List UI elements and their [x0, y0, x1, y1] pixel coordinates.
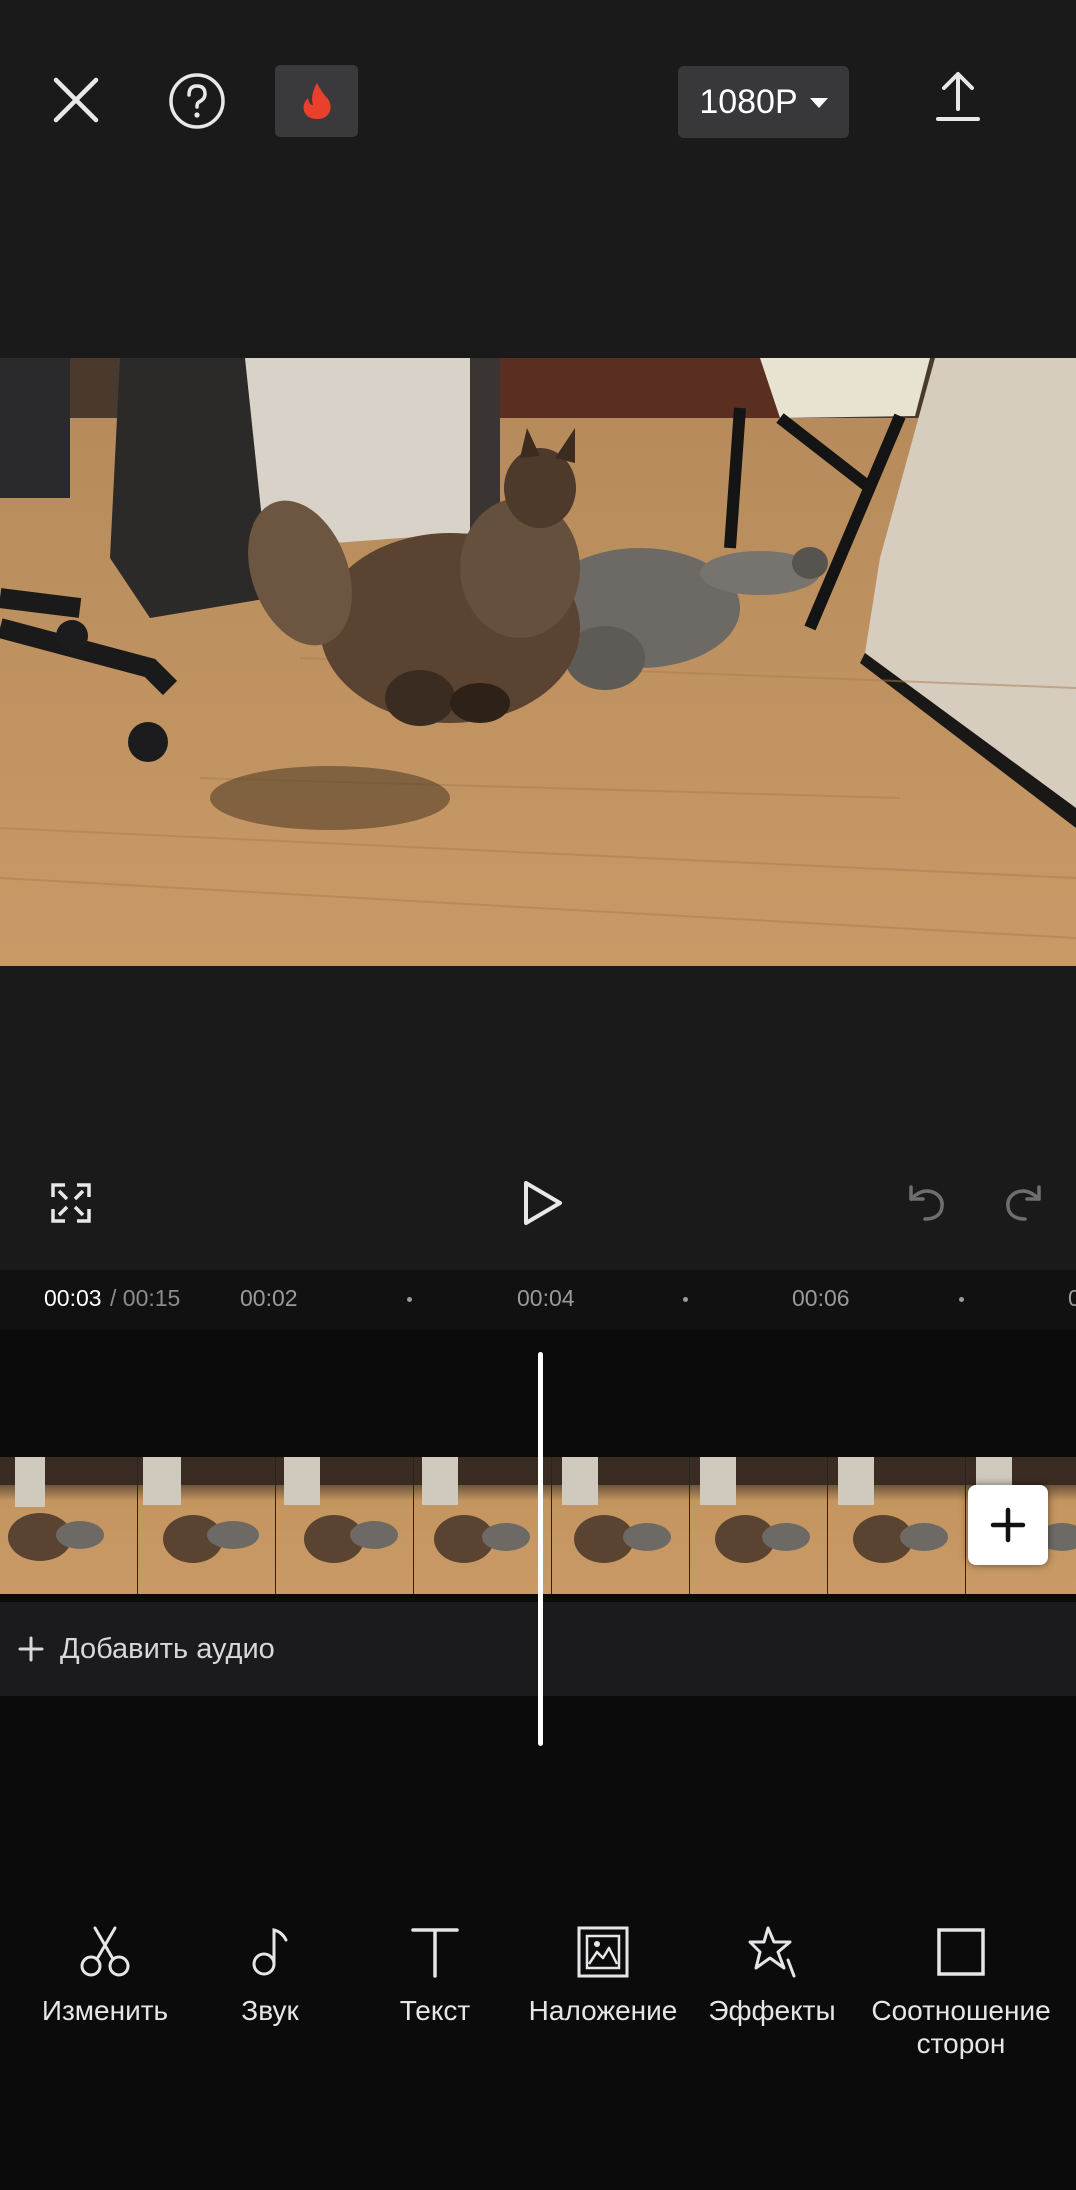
close-button[interactable]: [46, 70, 106, 130]
overlay-icon: [571, 1920, 635, 1984]
add-clip-button[interactable]: [968, 1485, 1048, 1565]
text-icon: [403, 1920, 467, 1984]
fullscreen-icon: [51, 1183, 91, 1223]
resolution-label: 1080P: [699, 82, 798, 121]
effects-star-icon: [740, 1920, 804, 1984]
fire-icon: [303, 83, 331, 119]
plus-icon: [18, 1636, 44, 1662]
help-button[interactable]: [166, 70, 228, 132]
clip-thumbnail: [0, 1457, 138, 1594]
tool-label: Наложение: [528, 1995, 678, 2026]
ruler-tick-dot: [683, 1297, 688, 1302]
clip-thumbnail: [552, 1457, 690, 1594]
add-audio-label: Добавить аудио: [60, 1632, 275, 1665]
redo-button[interactable]: [1000, 1180, 1050, 1226]
undo-icon: [909, 1185, 944, 1221]
resolution-dropdown[interactable]: 1080P: [678, 66, 849, 138]
tool-label: Звук: [241, 1995, 299, 2026]
tool-edit[interactable]: Изменить: [20, 1920, 190, 2027]
clip-thumbnail: [138, 1457, 276, 1594]
chevron-down-icon: [809, 98, 828, 108]
export-button[interactable]: [930, 66, 986, 126]
tool-label: Изменить: [41, 1995, 169, 2026]
fullscreen-button[interactable]: [46, 1178, 96, 1228]
ruler-tick-label: 00:06: [792, 1285, 850, 1311]
ruler-tick-label: 0: [1068, 1285, 1076, 1311]
tool-label: Соотношение сторон: [871, 1995, 1051, 2059]
ruler-tick-dot: [407, 1297, 412, 1302]
play-icon: [524, 1181, 562, 1225]
clip-thumbnail: [690, 1457, 828, 1594]
aspect-ratio-icon: [929, 1920, 993, 1984]
clip-thumbnail: [414, 1457, 552, 1594]
redo-icon: [1006, 1185, 1041, 1221]
current-time: 00:03: [44, 1285, 102, 1311]
close-icon: [53, 77, 99, 123]
video-preview[interactable]: [0, 358, 1076, 966]
tool-effects[interactable]: Эффекты: [687, 1920, 857, 2027]
tool-sound[interactable]: Звук: [185, 1920, 355, 2027]
clip-thumbnail: [828, 1457, 966, 1594]
clip-thumbnail: [276, 1457, 414, 1594]
tool-text[interactable]: Текст: [350, 1920, 520, 2027]
fire-button[interactable]: [275, 65, 358, 137]
ruler-tick-dot: [959, 1297, 964, 1302]
ruler-tick-label: 00:04: [517, 1285, 575, 1311]
scissors-icon: [73, 1920, 137, 1984]
tool-label: Эффекты: [708, 1995, 836, 2026]
music-note-icon: [238, 1920, 302, 1984]
top-bar: [0, 0, 1076, 200]
total-time: / 00:15: [110, 1285, 181, 1311]
ruler-tick-label: 00:02: [240, 1285, 298, 1311]
play-button[interactable]: [512, 1172, 572, 1234]
video-frame-image: [0, 358, 1076, 966]
playhead[interactable]: [538, 1352, 543, 1746]
undo-button[interactable]: [900, 1180, 950, 1226]
upload-icon: [936, 72, 980, 121]
plus-icon: [990, 1507, 1026, 1543]
tool-overlay[interactable]: Наложение: [518, 1920, 688, 2027]
tool-label: Текст: [399, 1995, 471, 2026]
help-icon: [169, 73, 225, 129]
tool-aspect-ratio[interactable]: Соотношение сторон: [871, 1920, 1051, 2060]
